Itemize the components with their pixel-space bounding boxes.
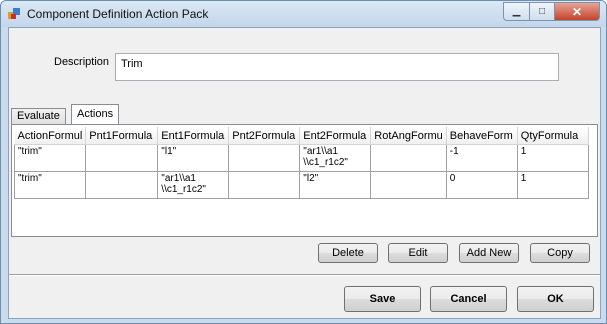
column-header-ent1formula[interactable]: Ent1Formula bbox=[157, 127, 230, 145]
grid-cell[interactable]: "trim" bbox=[14, 171, 87, 199]
delete-button[interactable]: Delete bbox=[318, 243, 378, 263]
grid-cell[interactable]: "l2" bbox=[299, 171, 372, 199]
grid-cell[interactable] bbox=[228, 171, 301, 199]
grid-cell[interactable]: "ar1\\a1 \\c1_r1c2" bbox=[157, 171, 230, 199]
column-header-pnt1formula[interactable]: Pnt1Formula bbox=[85, 127, 159, 145]
grid-cell[interactable]: 1 bbox=[516, 144, 589, 172]
maximize-icon: □ bbox=[538, 6, 546, 17]
grid-cell[interactable] bbox=[228, 144, 301, 172]
tab-actions[interactable]: Actions bbox=[71, 104, 120, 125]
ok-button[interactable]: OK bbox=[517, 286, 594, 312]
close-icon: ✕ bbox=[571, 4, 583, 19]
column-header-ent2formula[interactable]: Ent2Formula bbox=[299, 127, 372, 145]
actions-tab-panel: ActionFormul Pnt1Formula Ent1Formula Pnt… bbox=[11, 124, 598, 237]
column-header-rotangformula[interactable]: RotAngFormu bbox=[370, 127, 447, 145]
column-header-pnt2formula[interactable]: Pnt2Formula bbox=[228, 127, 301, 145]
save-button[interactable]: Save bbox=[344, 286, 421, 312]
maximize-button[interactable]: □ bbox=[530, 2, 555, 21]
grid-cell[interactable] bbox=[85, 144, 159, 172]
dialog-client-area: Description Trim Evaluate If Actions Act… bbox=[8, 27, 601, 319]
grid-cell[interactable]: "l1" bbox=[157, 144, 230, 172]
column-header-behaveformula[interactable]: BehaveForm bbox=[446, 127, 518, 145]
grid-cell[interactable]: 0 bbox=[445, 171, 518, 199]
window-title: Component Definition Action Pack bbox=[27, 7, 209, 21]
tab-evaluate-if[interactable]: Evaluate If bbox=[11, 108, 66, 137]
edit-button[interactable]: Edit bbox=[388, 243, 448, 263]
actions-table: ActionFormul Pnt1Formula Ent1Formula Pnt… bbox=[14, 127, 589, 199]
description-label: Description bbox=[54, 56, 110, 68]
grid-header-row: ActionFormul Pnt1Formula Ent1Formula Pnt… bbox=[14, 127, 589, 145]
grid-cell[interactable]: "ar1\\a1 \\c1_r1c2" bbox=[299, 144, 372, 172]
column-header-qtyformula[interactable]: QtyFormula bbox=[517, 127, 589, 145]
app-icon bbox=[8, 8, 20, 19]
description-field[interactable]: Trim bbox=[115, 53, 559, 81]
grid-cell[interactable]: "trim" bbox=[14, 144, 87, 172]
actions-grid[interactable]: ActionFormul Pnt1Formula Ent1Formula Pnt… bbox=[14, 127, 595, 234]
grid-cell[interactable] bbox=[370, 171, 447, 199]
table-row[interactable]: "trim" "l1" "ar1\\a1 \\c1_r1c2" -1 1 bbox=[14, 144, 589, 172]
title-bar[interactable]: Component Definition Action Pack ▁ □ ✕ bbox=[1, 1, 606, 27]
grid-cell[interactable]: 1 bbox=[516, 171, 589, 199]
grid-cell[interactable] bbox=[85, 171, 159, 199]
grid-cell[interactable] bbox=[370, 144, 447, 172]
copy-button[interactable]: Copy bbox=[530, 243, 590, 263]
column-header-actionformula[interactable]: ActionFormul bbox=[14, 127, 87, 145]
add-new-button[interactable]: Add New bbox=[459, 243, 519, 263]
button-separator bbox=[9, 274, 600, 276]
minimize-icon: ▁ bbox=[512, 6, 521, 17]
close-button[interactable]: ✕ bbox=[555, 2, 600, 21]
dialog-window: Component Definition Action Pack ▁ □ ✕ D… bbox=[0, 0, 607, 324]
table-row[interactable]: "trim" "ar1\\a1 \\c1_r1c2" "l2" 0 1 bbox=[14, 171, 589, 199]
minimize-button[interactable]: ▁ bbox=[503, 2, 530, 21]
cancel-button[interactable]: Cancel bbox=[430, 286, 507, 312]
grid-cell[interactable]: -1 bbox=[445, 144, 518, 172]
